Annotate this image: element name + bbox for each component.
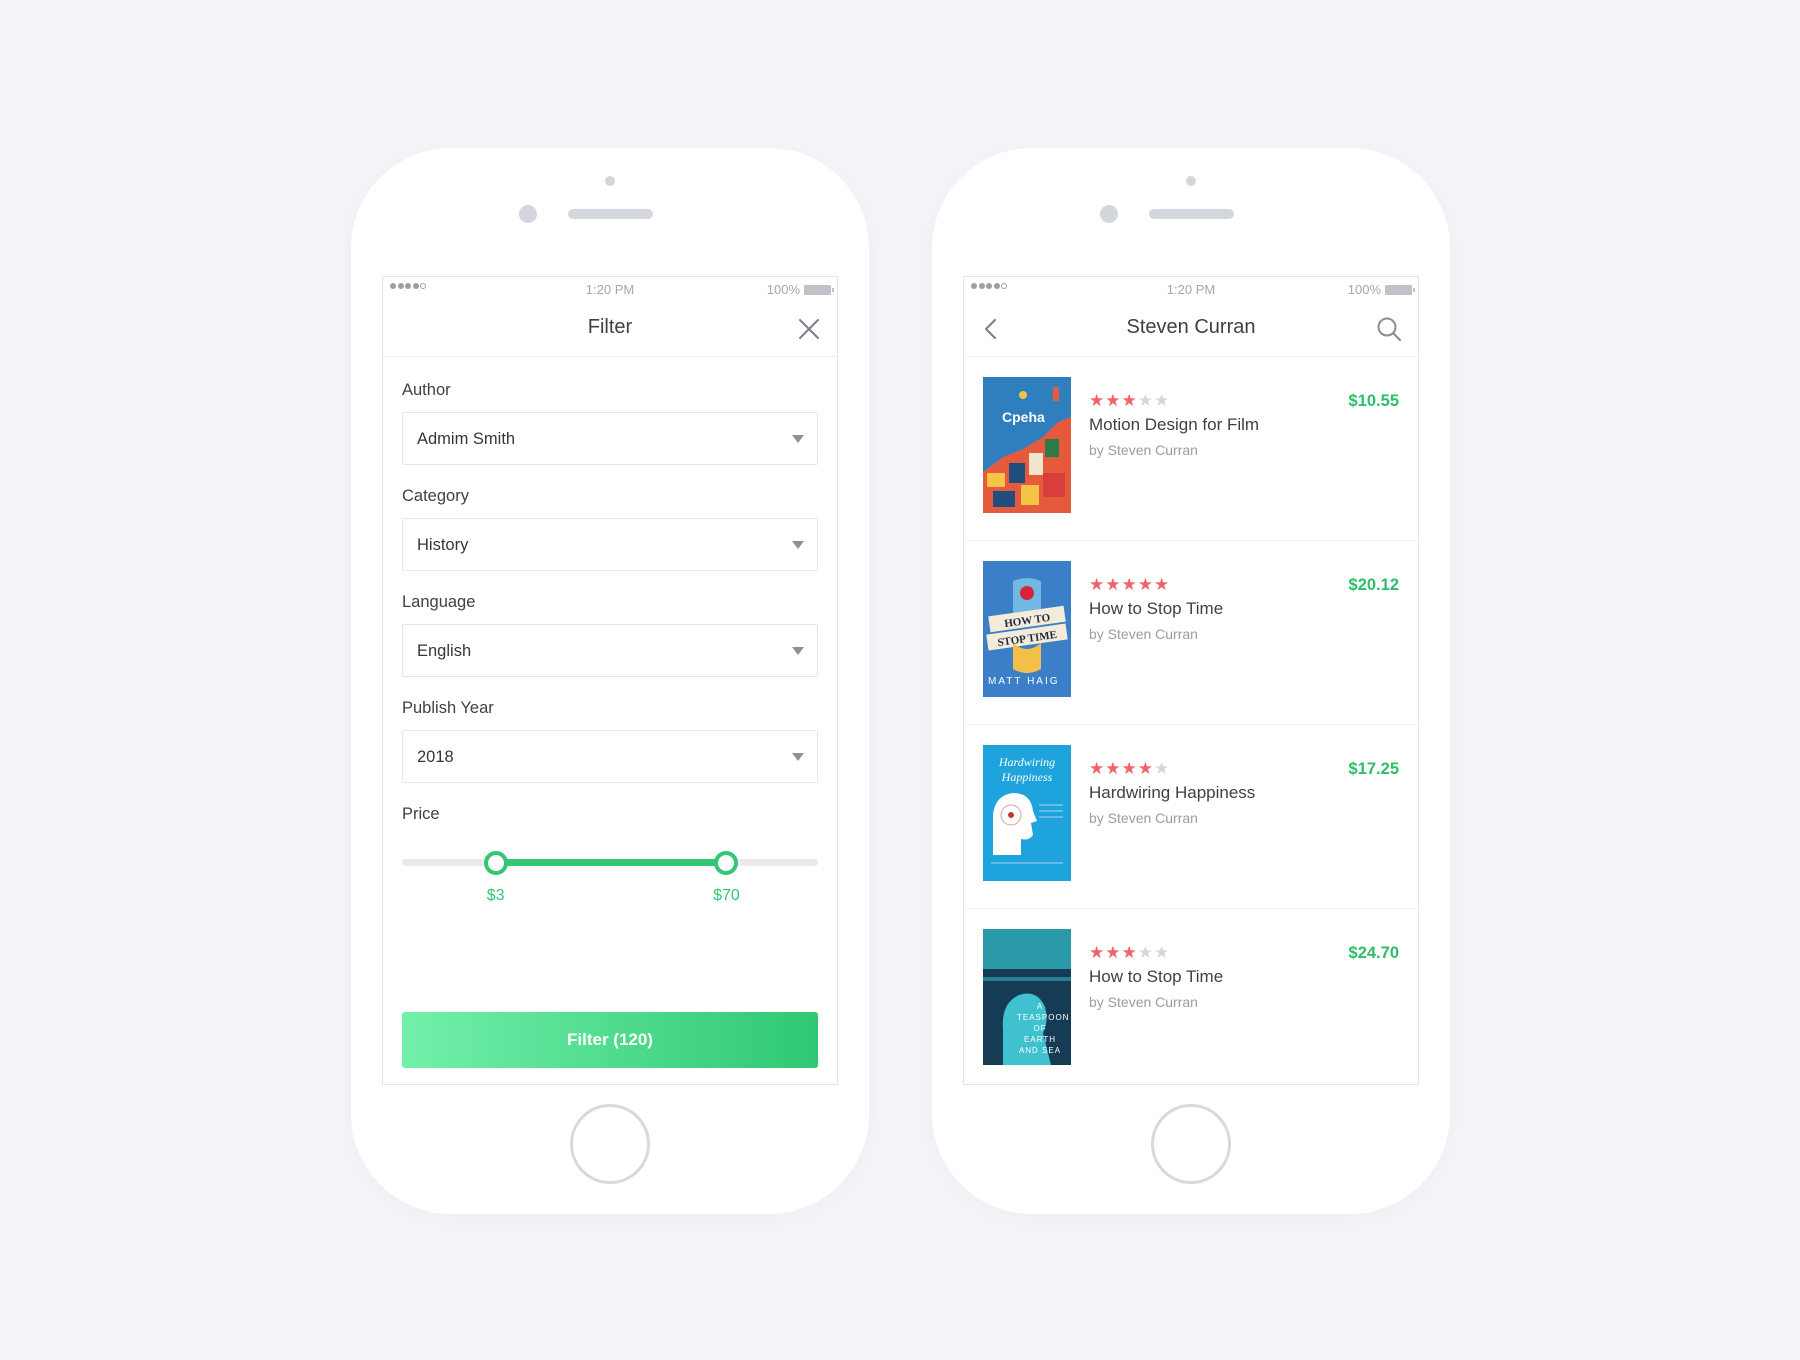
status-bar: 1:20 PM 100% [964, 277, 1418, 301]
chevron-down-icon [792, 541, 804, 549]
slider-fill [495, 859, 727, 866]
max-price-handle[interactable] [714, 851, 739, 875]
book-author: by Steven Curran [1089, 810, 1198, 826]
page-title: Filter [587, 316, 633, 338]
book-list-item[interactable]: A TEASPOON OF EARTH AND SEA ★★★★★ How to… [964, 909, 1418, 1084]
book-cover-title: Cpeha [1002, 409, 1045, 425]
star-rating: ★★★★★ [1089, 943, 1171, 962]
book-cover-title: MATT HAIG [988, 676, 1060, 687]
book-price: $24.70 [1348, 944, 1399, 962]
book-list: Cpeha ★★★★★ Motion Design for Film by St… [964, 357, 1418, 1084]
author-screen: 1:20 PM 100% Steven Curran Cpeha ★★★★★ M… [963, 276, 1419, 1085]
search-icon[interactable] [1376, 316, 1402, 342]
language-value: English [417, 642, 472, 660]
book-title: Motion Design for Film [1089, 415, 1260, 434]
star-rating: ★★★★★ [1089, 575, 1171, 594]
battery-icon [1385, 284, 1415, 295]
home-button[interactable] [1151, 1104, 1231, 1184]
publish-year-value: 2018 [417, 748, 454, 766]
battery-percent: 100% [766, 282, 800, 297]
book-author: by Steven Curran [1089, 442, 1198, 458]
chevron-down-icon [792, 647, 804, 655]
min-price-label: $3 [486, 887, 505, 904]
phone-frame-author: 1:20 PM 100% Steven Curran Cpeha ★★★★★ M… [932, 148, 1450, 1214]
price-label: Price [402, 805, 440, 823]
min-price-handle[interactable] [483, 851, 508, 875]
proximity-sensor [605, 176, 615, 186]
book-title: Hardwiring Happiness [1089, 783, 1256, 802]
filter-button[interactable]: Filter (120) [402, 1012, 818, 1068]
book-list-item[interactable]: Hardwiring Happiness ★★★★★ Hardwiring Ha… [964, 725, 1418, 909]
max-price-label: $70 [713, 887, 740, 904]
book-list-item[interactable]: Cpeha ★★★★★ Motion Design for Film by St… [964, 357, 1418, 541]
status-bar: 1:20 PM 100% [383, 277, 837, 301]
category-select[interactable]: History [402, 518, 818, 571]
language-label: Language [402, 593, 476, 611]
close-icon[interactable] [797, 317, 821, 341]
battery-icon [804, 284, 834, 295]
filter-screen: 1:20 PM 100% Filter Author Admim Smith C… [382, 276, 838, 1085]
book-title: How to Stop Time [1089, 967, 1224, 986]
publish-year-select[interactable]: 2018 [402, 730, 818, 783]
book-price: $17.25 [1348, 760, 1399, 778]
star-rating: ★★★★★ [1089, 759, 1171, 778]
book-author: by Steven Curran [1089, 994, 1198, 1010]
author-label: Author [402, 381, 451, 399]
book-cover-title: Hardwiring Happiness [998, 755, 1056, 784]
home-button[interactable] [570, 1104, 650, 1184]
author-navbar: Steven Curran [964, 301, 1418, 357]
phone-frame-filter: 1:20 PM 100% Filter Author Admim Smith C… [351, 148, 869, 1214]
page-title: Steven Curran [1126, 316, 1256, 338]
book-price: $20.12 [1348, 576, 1399, 594]
battery-indicator: 100% [766, 282, 834, 297]
book-cover-image: HOW TO STOP TIME MATT HAIG [983, 561, 1071, 697]
category-label: Category [402, 487, 469, 505]
book-cover-image: Hardwiring Happiness [983, 745, 1071, 881]
author-value: Admim Smith [417, 430, 516, 448]
front-camera [1100, 205, 1118, 223]
star-rating: ★★★★★ [1089, 391, 1171, 410]
battery-indicator: 100% [1347, 282, 1415, 297]
battery-percent: 100% [1347, 282, 1381, 297]
book-title: How to Stop Time [1089, 599, 1224, 618]
book-list-item[interactable]: HOW TO STOP TIME MATT HAIG ★★★★★ How to … [964, 541, 1418, 725]
chevron-down-icon [792, 753, 804, 761]
proximity-sensor [1186, 176, 1196, 186]
book-cover-image: A TEASPOON OF EARTH AND SEA [983, 929, 1071, 1065]
filter-form: Author Admim Smith Category History Lang… [383, 381, 837, 917]
book-cover-art [983, 377, 1071, 513]
chevron-down-icon [792, 435, 804, 443]
category-value: History [417, 536, 469, 554]
language-select[interactable]: English [402, 624, 818, 677]
book-cover-title: A TEASPOON OF EARTH AND SEA [1017, 1002, 1070, 1055]
author-select[interactable]: Admim Smith [402, 412, 818, 465]
front-camera [519, 205, 537, 223]
earpiece-speaker [568, 209, 653, 219]
earpiece-speaker [1149, 209, 1234, 219]
filter-navbar: Filter [383, 301, 837, 357]
price-range-slider[interactable]: $3 $70 [402, 837, 818, 917]
publish-year-label: Publish Year [402, 699, 494, 717]
book-price: $10.55 [1348, 392, 1399, 410]
book-cover-image: Cpeha [983, 377, 1071, 513]
book-author: by Steven Curran [1089, 626, 1198, 642]
